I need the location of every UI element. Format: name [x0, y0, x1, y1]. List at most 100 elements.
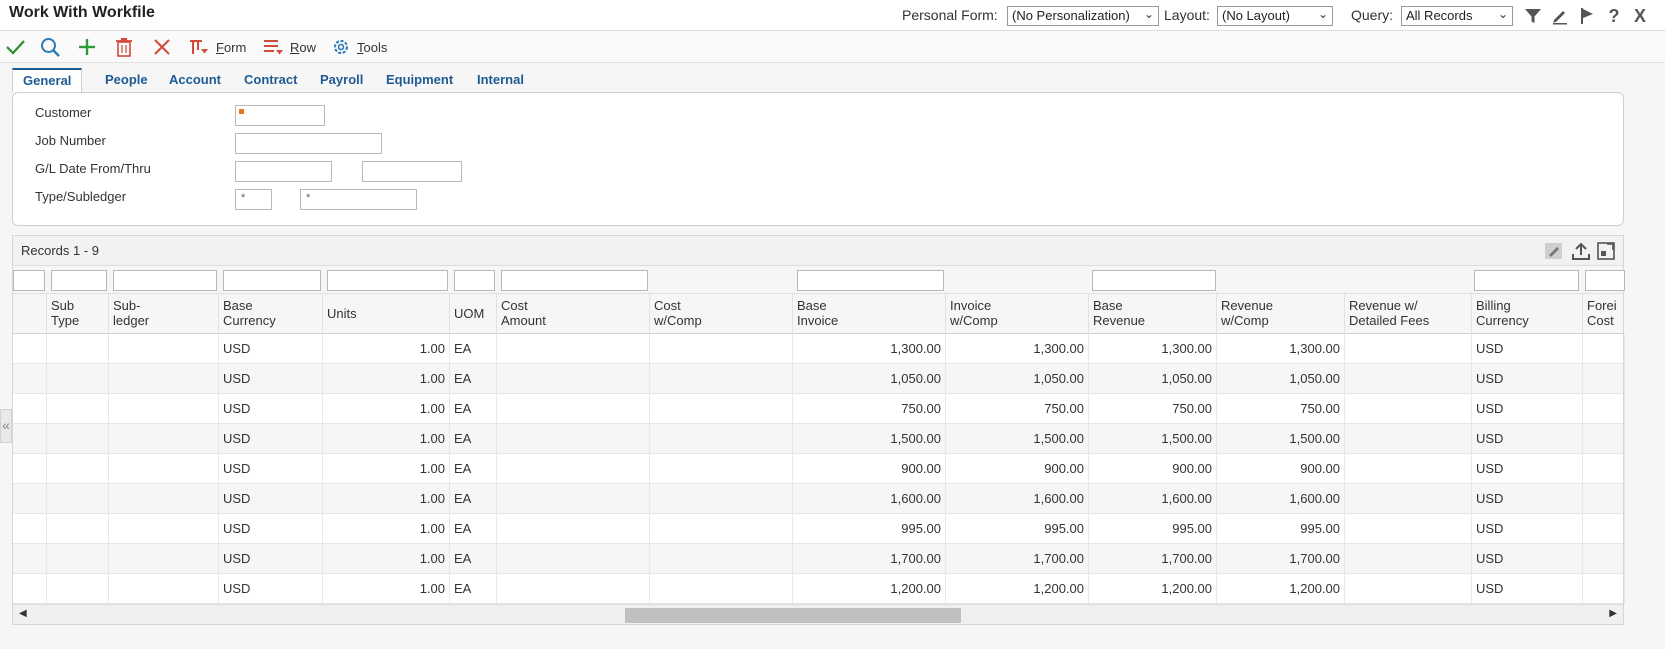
column-header-select[interactable] [13, 294, 47, 334]
qbe-input[interactable] [501, 270, 648, 291]
add-button[interactable] [76, 36, 98, 58]
qbe-input[interactable] [454, 270, 495, 291]
column-header-sub-type[interactable]: Sub Type [47, 294, 109, 334]
query-select[interactable]: All Records ⌄ [1401, 6, 1513, 26]
cancel-button[interactable] [151, 36, 173, 58]
column-header-units[interactable]: Units [323, 294, 450, 334]
column-header-cost-comp[interactable]: Cost w/Comp [650, 294, 793, 334]
table-row[interactable]: USD 1.00 EA 1,600.00 1,600.00 1,600.00 1,600.0… [13, 484, 1625, 514]
find-button[interactable] [39, 36, 61, 58]
gl-date-thru-input[interactable] [362, 161, 462, 182]
cell-empty [497, 544, 650, 574]
filter-icon[interactable] [1523, 6, 1543, 26]
tab-general[interactable]: General [12, 68, 83, 92]
tab-account[interactable]: Account [159, 68, 231, 92]
qbe-input[interactable] [113, 270, 217, 291]
close-icon[interactable]: X [1630, 6, 1650, 26]
tab-equipment[interactable]: Equipment [376, 68, 463, 92]
ok-button[interactable] [4, 36, 26, 58]
layout-select[interactable]: (No Layout) ⌄ [1217, 6, 1333, 26]
column-header-revenue-detailed-fees[interactable]: Revenue w/Detailed Fees [1345, 294, 1472, 334]
tab-people[interactable]: People [95, 68, 158, 92]
cancel-icon [154, 39, 170, 55]
page-title: Work With Workfile [9, 4, 155, 21]
cell-empty [650, 454, 793, 484]
column-header-uom[interactable]: UOM [450, 294, 497, 334]
cell-empty [109, 574, 219, 604]
qbe-input[interactable] [51, 270, 107, 291]
grid-edit-icon[interactable] [1543, 240, 1565, 262]
cell-empty [109, 394, 219, 424]
table-row[interactable]: USD 1.00 EA 1,500.00 1,500.00 1,500.00 1,500.0… [13, 424, 1625, 454]
table-row[interactable]: USD 1.00 EA 1,300.00 1,300.00 1,300.00 1,300.0… [13, 334, 1625, 364]
cell-base-revenue: 1,600.00 [1089, 484, 1217, 514]
form-menu-button[interactable]: Form [188, 36, 246, 58]
scroll-left-icon[interactable]: ◀ [19, 608, 27, 619]
delete-button[interactable] [113, 36, 135, 58]
cell-empty [1345, 514, 1472, 544]
tab-internal[interactable]: Internal [467, 68, 534, 92]
table-row[interactable]: USD 1.00 EA 1,050.00 1,050.00 1,050.00 1,050.0… [13, 364, 1625, 394]
table-row[interactable]: USD 1.00 EA 750.00 750.00 750.00 750.00 USD [13, 394, 1625, 424]
cell-empty [497, 424, 650, 454]
export-icon[interactable] [1570, 240, 1592, 262]
column-header-base-invoice[interactable]: Base Invoice [793, 294, 946, 334]
cell-empty [497, 454, 650, 484]
search-icon [41, 38, 60, 57]
column-header-billing-currency[interactable]: Billing Currency [1472, 294, 1583, 334]
table-row[interactable]: USD 1.00 EA 900.00 900.00 900.00 900.00 USD [13, 454, 1625, 484]
add-icon [79, 39, 95, 55]
subledger-input[interactable]: * [300, 189, 417, 210]
qbe-input[interactable] [1585, 270, 1625, 291]
cell-empty [1583, 364, 1625, 394]
gl-date-from-input[interactable] [235, 161, 332, 182]
edit-icon[interactable] [1550, 6, 1570, 26]
qbe-input[interactable] [1092, 270, 1216, 291]
cell-invoice-comp: 1,050.00 [946, 364, 1089, 394]
tab-payroll[interactable]: Payroll [310, 68, 373, 92]
cell-units: 1.00 [323, 514, 450, 544]
column-header-base-revenue[interactable]: Base Revenue [1089, 294, 1217, 334]
maximize-icon[interactable] [1595, 240, 1617, 262]
column-header-cost-amount[interactable]: Cost Amount [497, 294, 650, 334]
cell-empty [109, 454, 219, 484]
column-header-revenue-comp[interactable]: Revenue w/Comp [1217, 294, 1345, 334]
horizontal-scrollbar[interactable]: ◀ ▶ [13, 604, 1623, 624]
cell-empty [1583, 394, 1625, 424]
cell-revenue-comp: 1,300.00 [1217, 334, 1345, 364]
cell-units: 1.00 [323, 394, 450, 424]
cell-base-currency: USD [219, 334, 323, 364]
personal-form-select[interactable]: (No Personalization) ⌄ [1007, 6, 1159, 26]
customer-input[interactable] [235, 105, 325, 126]
qbe-input[interactable] [13, 270, 45, 291]
cell-revenue-comp: 1,200.00 [1217, 574, 1345, 604]
cell-empty [1583, 334, 1625, 364]
column-header-invoice-comp[interactable]: Invoice w/Comp [946, 294, 1089, 334]
tab-contract[interactable]: Contract [234, 68, 307, 92]
scrollbar-thumb[interactable] [625, 608, 961, 623]
qbe-input[interactable] [797, 270, 944, 291]
tools-menu-button[interactable]: Tools [331, 36, 387, 58]
column-header-base-currency[interactable]: Base Currency [219, 294, 323, 334]
table-row[interactable]: USD 1.00 EA 1,700.00 1,700.00 1,700.00 1,700.0… [13, 544, 1625, 574]
job-number-input[interactable] [235, 133, 382, 154]
flag-icon[interactable] [1577, 6, 1597, 26]
scroll-right-icon[interactable]: ▶ [1609, 608, 1617, 619]
column-header-subledger[interactable]: Sub-ledger [109, 294, 219, 334]
type-input[interactable]: * [235, 189, 272, 210]
cell-base-currency: USD [219, 544, 323, 574]
help-icon[interactable]: ? [1604, 6, 1624, 26]
cell-empty [47, 514, 109, 544]
column-header-foreign-cost[interactable]: Forei Cost [1583, 294, 1625, 334]
collapse-panel-handle[interactable]: « [0, 409, 12, 443]
cell-base-invoice: 1,600.00 [793, 484, 946, 514]
qbe-input[interactable] [1474, 270, 1579, 291]
personal-form-value: (No Personalization) [1012, 8, 1130, 23]
qbe-input[interactable] [327, 270, 448, 291]
cell-empty [47, 334, 109, 364]
table-row[interactable]: USD 1.00 EA 1,200.00 1,200.00 1,200.00 1,200.0… [13, 574, 1625, 604]
records-count: Records 1 - 9 [21, 243, 100, 258]
table-row[interactable]: USD 1.00 EA 995.00 995.00 995.00 995.00 USD [13, 514, 1625, 544]
qbe-input[interactable] [223, 270, 321, 291]
row-menu-button[interactable]: Row [262, 36, 316, 58]
